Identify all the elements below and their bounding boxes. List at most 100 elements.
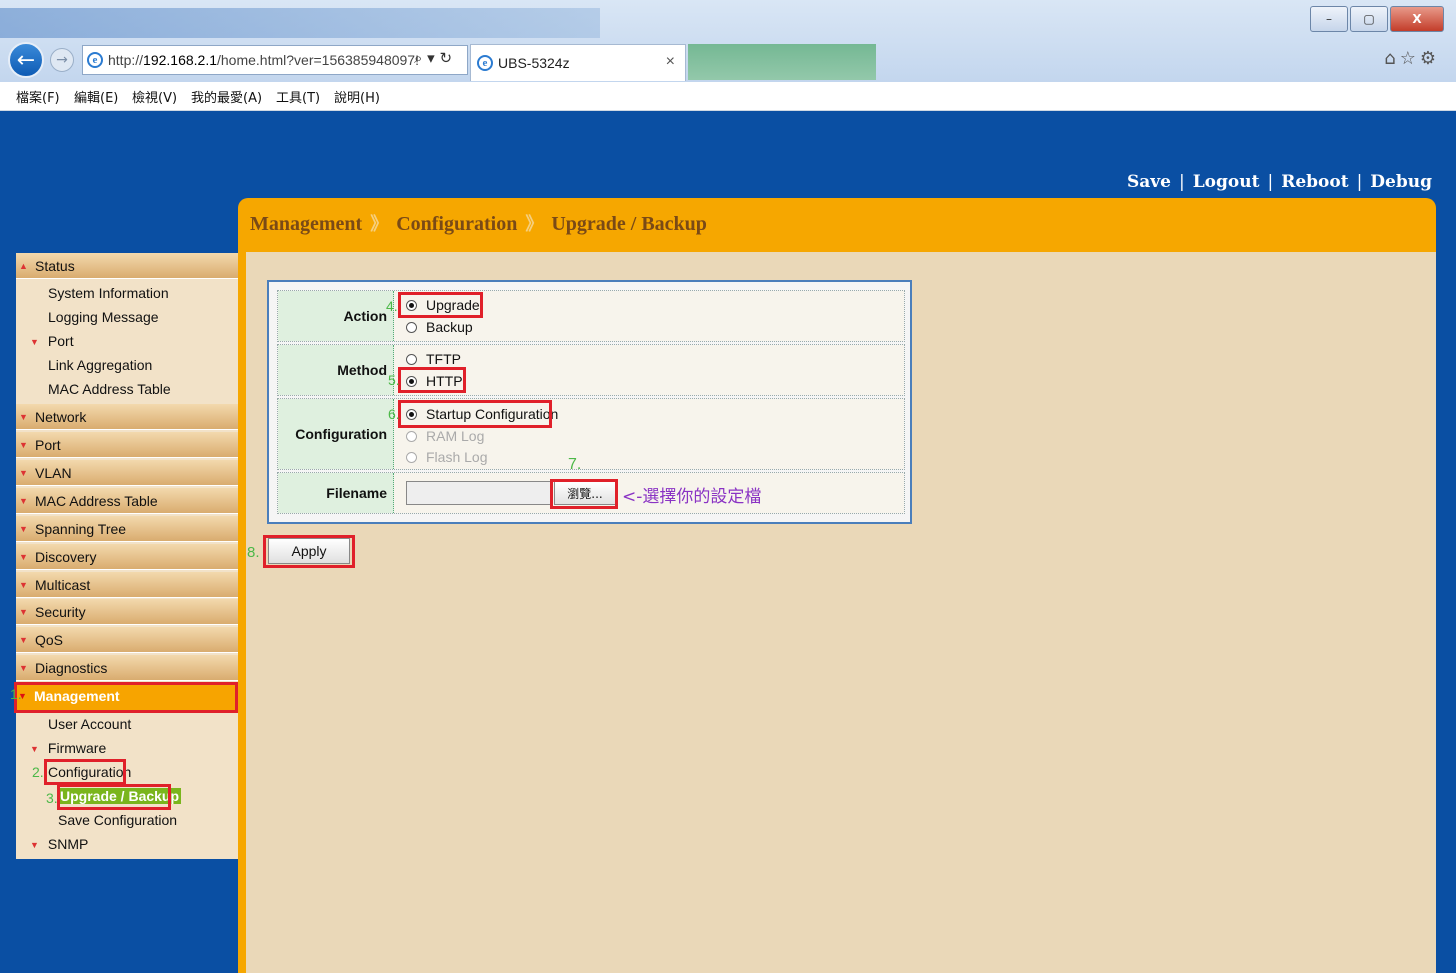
expand-arrow-icon: ▼ <box>19 440 28 450</box>
action-row: Action Upgrade Backup <box>277 290 905 342</box>
section-label: Network <box>35 409 87 425</box>
expand-arrow-icon: ▼ <box>19 580 28 590</box>
filename-input[interactable] <box>406 481 552 505</box>
sidebar-item-logging-message[interactable]: Logging Message <box>48 309 159 325</box>
link-separator: | <box>1356 172 1363 192</box>
radio-disabled-icon <box>406 430 417 442</box>
action-backup-radio[interactable]: Backup <box>406 319 473 335</box>
logout-link[interactable]: Logout <box>1193 172 1260 192</box>
url-host: 192.168.2.1 <box>143 52 217 68</box>
browser-tab[interactable]: e UBS-5324z × <box>470 44 686 81</box>
close-window-button[interactable]: X <box>1390 6 1444 32</box>
radio-unchecked-icon <box>406 353 417 365</box>
sidebar-item-configuration[interactable]: Configuration <box>48 764 131 780</box>
url-path: /home.html?ver=156385948097! <box>217 52 419 68</box>
configuration-row: Configuration Startup Configuration RAM … <box>277 398 905 470</box>
radio-label: Flash Log <box>426 449 488 465</box>
maximize-button[interactable]: ▢ <box>1350 6 1388 32</box>
radio-checked-icon <box>406 299 417 311</box>
sidebar-section-management[interactable]: ▼ Management <box>14 682 238 713</box>
config-startup-radio[interactable]: Startup Configuration <box>406 406 558 422</box>
sidebar-item-user-account[interactable]: User Account <box>48 716 131 732</box>
sidebar-item-firmware[interactable]: ▼ Firmware <box>30 740 106 756</box>
back-button[interactable]: ← <box>8 42 44 78</box>
sidebar-section-mac-address-table[interactable]: ▼ MAC Address Table <box>16 488 238 514</box>
configuration-label: Configuration <box>278 399 394 469</box>
filename-label: Filename <box>278 473 394 513</box>
radio-label: HTTP <box>426 373 463 389</box>
save-link[interactable]: Save <box>1127 172 1171 192</box>
item-label: Firmware <box>47 740 107 756</box>
menu-edit[interactable]: 編輯(E) <box>74 87 118 106</box>
sidebar-section-qos[interactable]: ▼ QoS <box>16 627 238 653</box>
home-favorites-settings-icons[interactable]: ⌂☆⚙ <box>1384 48 1440 69</box>
sidebar-section-multicast[interactable]: ▼ Multicast <box>16 572 238 598</box>
sidebar-item-status-port[interactable]: ▼ Port <box>30 333 74 349</box>
radio-label: Startup Configuration <box>426 406 559 422</box>
inactive-tab[interactable] <box>688 44 876 80</box>
window-controls: – ▢ X <box>1310 6 1444 32</box>
expand-arrow-icon: ▼ <box>19 468 28 478</box>
sidebar-section-spanning-tree[interactable]: ▼ Spanning Tree <box>16 516 238 542</box>
item-label: Port <box>47 333 74 349</box>
sidebar-item-link-aggregation[interactable]: Link Aggregation <box>48 357 152 373</box>
reboot-link[interactable]: Reboot <box>1281 172 1348 192</box>
sidebar-section-vlan[interactable]: ▼ VLAN <box>16 460 238 486</box>
tab-ie-icon: e <box>477 55 493 71</box>
action-upgrade-radio[interactable]: Upgrade <box>406 297 480 313</box>
search-refresh-icon[interactable]: ⌕ ▾ ↻ <box>414 49 452 67</box>
action-label: Action <box>278 291 394 341</box>
forward-button[interactable]: → <box>50 48 74 72</box>
forward-arrow-icon: → <box>56 52 68 68</box>
annotation-number-6: 6. <box>388 406 400 422</box>
apply-button[interactable]: Apply <box>268 538 350 564</box>
minimize-button[interactable]: – <box>1310 6 1348 32</box>
expand-arrow-icon: ▼ <box>19 524 28 534</box>
method-label: Method <box>278 345 394 395</box>
sidebar-item-system-information[interactable]: System Information <box>48 285 169 301</box>
tab-close-icon[interactable]: × <box>666 53 675 71</box>
section-label: Diagnostics <box>35 660 108 676</box>
menu-tools[interactable]: 工具(T) <box>276 87 320 106</box>
method-http-radio[interactable]: HTTP <box>406 373 463 389</box>
menu-favorites[interactable]: 我的最愛(A) <box>191 87 262 106</box>
browse-button[interactable]: 瀏覽... <box>554 481 616 505</box>
sidebar-section-discovery[interactable]: ▼ Discovery <box>16 544 238 570</box>
link-separator: | <box>1178 172 1185 192</box>
annotation-number-1: 1. <box>10 686 22 702</box>
annotation-number-7: 7. <box>568 456 582 473</box>
sidebar-item-mac-address-table[interactable]: MAC Address Table <box>48 381 171 397</box>
section-label: VLAN <box>35 465 72 481</box>
annotation-number-2: 2. <box>32 764 44 780</box>
address-bar[interactable]: e http://192.168.2.1/home.html?ver=15638… <box>82 45 468 75</box>
debug-link[interactable]: Debug <box>1370 172 1432 192</box>
radio-disabled-icon <box>406 451 417 463</box>
item-label: SNMP <box>47 836 89 852</box>
menu-help[interactable]: 說明(H) <box>334 87 380 106</box>
expand-arrow-icon: ▼ <box>30 840 39 851</box>
sidebar-section-port[interactable]: ▼ Port <box>16 432 238 458</box>
sidebar-item-save-configuration[interactable]: Save Configuration <box>58 812 177 828</box>
expand-arrow-icon: ▼ <box>19 496 28 506</box>
annotation-number-8: 8. <box>247 544 260 561</box>
sidebar-item-snmp[interactable]: ▼ SNMP <box>30 836 88 852</box>
annotation-number-5: 5. <box>388 372 400 388</box>
sidebar-section-diagnostics[interactable]: ▼ Diagnostics <box>16 655 238 681</box>
expand-arrow-icon: ▼ <box>30 337 39 348</box>
sidebar-section-security[interactable]: ▼ Security <box>16 599 238 625</box>
method-tftp-radio[interactable]: TFTP <box>406 351 461 367</box>
browse-hint-text: <-選擇你的設定檔 <box>622 487 762 507</box>
action-options: Upgrade Backup <box>394 291 904 341</box>
radio-unchecked-icon <box>406 321 417 333</box>
method-row: Method TFTP HTTP <box>277 344 905 396</box>
sidebar-section-status[interactable]: ▲ Status <box>16 253 238 279</box>
expand-arrow-icon: ▼ <box>19 635 28 645</box>
menu-view[interactable]: 檢視(V) <box>132 87 177 106</box>
section-label: Status <box>35 258 75 274</box>
sidebar-item-upgrade-backup[interactable]: Upgrade / Backup <box>58 788 182 804</box>
method-options: TFTP HTTP <box>394 345 904 395</box>
menu-file[interactable]: 檔案(F) <box>16 87 60 106</box>
sidebar-section-network[interactable]: ▼ Network <box>16 404 238 430</box>
filename-row: Filename 瀏覽... <box>277 472 905 514</box>
url-prefix: http:// <box>108 52 144 68</box>
